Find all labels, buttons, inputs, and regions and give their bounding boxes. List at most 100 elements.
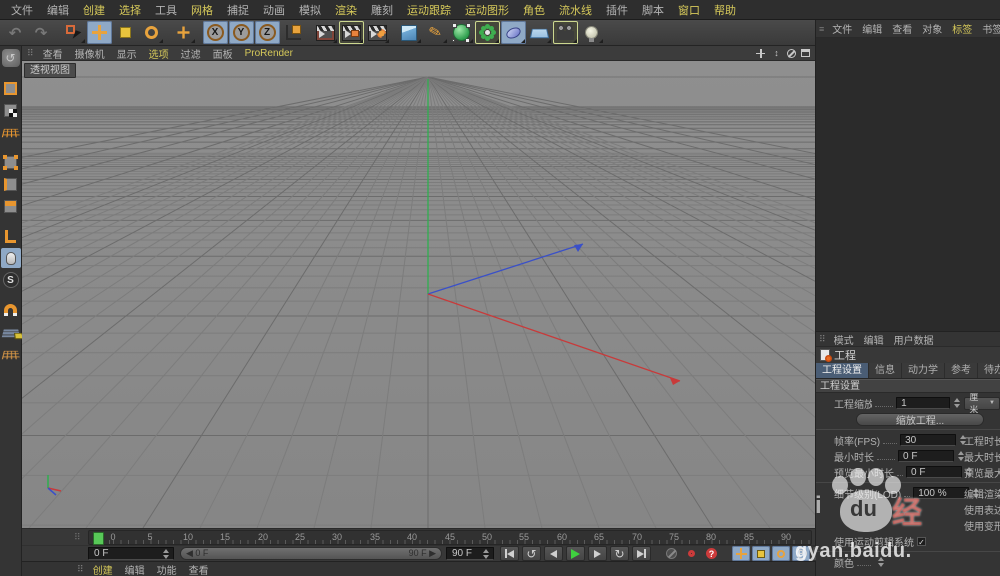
unit-dropdown[interactable]: 厘米 ▼ [964, 393, 1000, 415]
om-menu-file[interactable]: 文件 [827, 21, 857, 36]
scale-project-button[interactable]: 缩放工程... [856, 412, 984, 427]
om-menu-tags[interactable]: 标签 [947, 21, 977, 36]
last-used-tool[interactable] [171, 21, 196, 44]
points-mode-button[interactable] [1, 152, 21, 172]
scale-tool[interactable] [113, 21, 138, 44]
tab-project-settings[interactable]: 工程设置 [816, 363, 869, 378]
rotate-view-icon[interactable] [787, 48, 796, 58]
go-to-end-button[interactable] [632, 546, 651, 561]
mograph-cloner-menu[interactable] [474, 21, 500, 44]
spline-pen-menu[interactable]: ✎ [423, 21, 448, 44]
view-label[interactable]: 透视视图 [24, 63, 76, 78]
mm-menu-create[interactable]: 创建 [87, 562, 119, 576]
menu-tools[interactable]: 工具 [148, 2, 184, 18]
end-frame-field[interactable]: 90 F [446, 547, 494, 560]
record-keyframe-button[interactable] [662, 546, 681, 561]
menu-sculpt[interactable]: 雕刻 [364, 2, 400, 18]
vp-menu-panel[interactable]: 面板 [207, 46, 239, 61]
project-scale-field[interactable]: 1 [896, 397, 950, 409]
record-scale-toggle[interactable] [752, 546, 770, 561]
workplane-align-button[interactable] [1, 344, 21, 364]
project-scale-spinner[interactable] [952, 397, 961, 409]
menu-plugins[interactable]: 插件 [599, 2, 635, 18]
render-picture-viewer-button[interactable] [338, 21, 364, 44]
environment-menu[interactable] [527, 21, 552, 44]
primitive-cube-menu[interactable] [397, 21, 422, 44]
pan-view-icon[interactable] [755, 48, 766, 59]
am-menu-userdata[interactable]: 用户数据 [889, 332, 939, 347]
model-mode-button[interactable] [1, 78, 21, 98]
autokeying-button[interactable] [682, 546, 701, 561]
vp-menu-view[interactable]: 查看 [37, 46, 69, 61]
am-grip-icon[interactable]: ⠿ [816, 334, 829, 345]
bottom-grip-icon[interactable]: ⠿ [74, 564, 87, 575]
timeline-grip-icon[interactable]: ⠿ [74, 532, 81, 543]
go-to-start-button[interactable] [500, 546, 519, 561]
dolly-view-icon[interactable]: ↕ [771, 48, 782, 59]
vp-menu-filter[interactable]: 过滤 [175, 46, 207, 61]
texture-mode-button[interactable] [1, 100, 21, 120]
menu-edit[interactable]: 编辑 [40, 2, 76, 18]
axis-x-lock[interactable]: X [202, 21, 228, 44]
menu-script[interactable]: 脚本 [635, 2, 671, 18]
am-menu-edit[interactable]: 编辑 [859, 332, 889, 347]
play-button[interactable] [566, 546, 585, 561]
vp-menu-display[interactable]: 显示 [111, 46, 143, 61]
axis-z-lock[interactable]: Z [254, 21, 280, 44]
object-manager-list[interactable] [816, 38, 1000, 332]
polygons-mode-button[interactable] [1, 196, 21, 216]
live-selection-tool[interactable] [61, 21, 86, 44]
lights-menu[interactable] [579, 21, 604, 44]
tab-referencing[interactable]: 参考 [945, 363, 978, 378]
tab-todo[interactable]: 待办事项 [978, 363, 1000, 378]
om-menu-bookmarks[interactable]: 书签 [977, 21, 1000, 36]
om-hamburger-icon[interactable]: ≡ [816, 24, 827, 34]
redo-button[interactable]: ↷ [29, 21, 54, 44]
use-motion-system-checkbox[interactable]: ✓ [917, 536, 926, 547]
frame-spinner[interactable] [481, 548, 490, 560]
preview-min-field[interactable]: 0 F [906, 466, 962, 478]
generators-menu[interactable] [449, 21, 474, 44]
axis-y-lock[interactable]: Y [228, 21, 254, 44]
vp-menu-prorender[interactable]: ProRender [239, 48, 299, 59]
menu-animate[interactable]: 动画 [256, 2, 292, 18]
menu-create[interactable]: 创建 [76, 2, 112, 18]
render-view-button[interactable] [313, 21, 338, 44]
mm-menu-edit[interactable]: 编辑 [119, 562, 151, 576]
render-settings-button[interactable] [365, 21, 390, 44]
next-key-button[interactable]: ↻ [610, 546, 629, 561]
min-time-field[interactable]: 0 F [898, 450, 954, 462]
frame-spinner[interactable] [161, 548, 170, 560]
camera-menu[interactable] [552, 21, 578, 44]
menu-snap[interactable]: 捕捉 [220, 2, 256, 18]
viewport-canvas[interactable]: 透视视图 [22, 61, 815, 528]
start-frame-field[interactable]: 0 F [88, 547, 174, 560]
menu-render[interactable]: 渲染 [328, 2, 364, 18]
previous-key-button[interactable]: ↺ [522, 546, 541, 561]
tab-dynamics[interactable]: 动力学 [902, 363, 945, 378]
menu-help[interactable]: 帮助 [707, 2, 743, 18]
menu-motion-tracker[interactable]: 运动跟踪 [400, 2, 458, 18]
menu-mesh[interactable]: 网格 [184, 2, 220, 18]
om-menu-objects[interactable]: 对象 [917, 21, 947, 36]
mm-menu-function[interactable]: 功能 [151, 562, 183, 576]
make-editable-button[interactable]: ↺ [1, 48, 21, 68]
toggle-view-icon[interactable] [801, 49, 810, 57]
snap-toggle-button[interactable]: S [1, 270, 21, 290]
menu-character[interactable]: 角色 [516, 2, 552, 18]
frame-range-slider[interactable]: ◀ 0 F 90 F ▶ [180, 547, 442, 560]
om-menu-view[interactable]: 查看 [887, 21, 917, 36]
record-position-toggle[interactable] [732, 546, 750, 561]
timeline-ruler[interactable]: 0 5 10 15 20 25 30 35 40 45 50 55 60 65 … [88, 530, 812, 545]
next-frame-button[interactable] [588, 546, 607, 561]
vp-menu-cameras[interactable]: 摄像机 [69, 46, 111, 61]
workplane-mode-button[interactable] [1, 122, 21, 142]
edges-mode-button[interactable] [1, 174, 21, 194]
viewport-solo-button[interactable] [0, 248, 21, 268]
keyframe-selection-button[interactable]: ? [702, 546, 721, 561]
mm-menu-view[interactable]: 查看 [183, 562, 215, 576]
undo-button[interactable]: ↶ [3, 21, 28, 44]
vp-menu-options[interactable]: 选项 [143, 46, 175, 61]
menu-file[interactable]: 文件 [4, 2, 40, 18]
previous-frame-button[interactable] [544, 546, 563, 561]
